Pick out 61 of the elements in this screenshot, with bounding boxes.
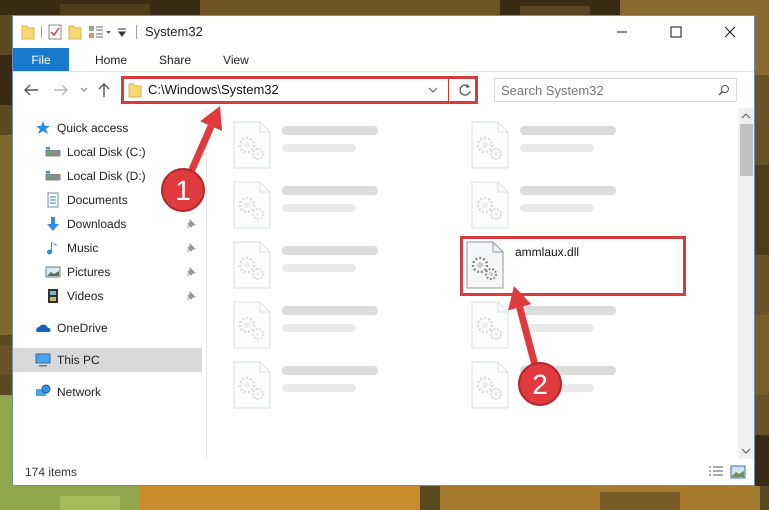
item-count: 174 items <box>25 464 78 481</box>
refresh-icon[interactable] <box>458 83 472 97</box>
ribbon-tab[interactable]: View <box>209 48 263 71</box>
close-icon[interactable] <box>724 26 736 38</box>
dll-file-icon <box>232 121 272 169</box>
dll-file-icon[interactable] <box>465 241 505 289</box>
dropdown-icon[interactable] <box>428 86 438 94</box>
star-icon <box>35 120 51 136</box>
step-badge <box>518 362 562 406</box>
step-number: 2 <box>532 369 548 400</box>
back-icon[interactable] <box>23 83 39 97</box>
sidebar-item[interactable]: This PC <box>13 348 202 372</box>
sidebar-item[interactable]: Music <box>13 236 202 260</box>
scroll-down-icon[interactable] <box>741 447 751 455</box>
folder-icon <box>128 82 142 98</box>
sidebar-item[interactable]: Local Disk (C:) <box>13 140 152 164</box>
large-icons-view-icon[interactable] <box>730 465 746 479</box>
search-field[interactable]: Search System32 <box>494 78 737 102</box>
sidebar-item[interactable]: Network <box>13 380 108 404</box>
up-icon[interactable] <box>97 82 111 98</box>
pc-icon <box>35 352 51 368</box>
callout-arrow <box>188 106 222 174</box>
sidebar-item[interactable]: OneDrive <box>13 316 114 340</box>
step-number: 1 <box>175 175 191 206</box>
step-badge <box>161 168 205 212</box>
dll-file-icon <box>470 301 510 349</box>
ribbon-tab[interactable]: Share <box>145 48 206 71</box>
window-title: System32 <box>145 23 203 42</box>
pin-icon[interactable] <box>186 219 196 229</box>
maximize-icon[interactable] <box>670 26 682 38</box>
file-name[interactable]: ammlaux.dll <box>515 241 580 261</box>
search-icon <box>718 84 730 96</box>
dll-file-icon <box>470 361 510 409</box>
dll-file-icon <box>470 181 510 229</box>
pictures-icon <box>45 264 61 280</box>
dll-file-icon <box>470 121 510 169</box>
download-icon <box>45 216 61 232</box>
doc-icon <box>45 192 61 208</box>
dll-file-icon <box>232 181 272 229</box>
properties-icon[interactable] <box>48 24 62 40</box>
view-dropdown-icon[interactable] <box>88 24 112 40</box>
ribbon-tab[interactable]: Home <box>81 48 142 71</box>
ribbon-tab[interactable]: File <box>13 48 69 71</box>
address-bar[interactable]: C:\Windows\System32 <box>121 76 478 104</box>
video-icon <box>45 288 61 304</box>
scrollbar-thumb[interactable] <box>740 124 752 176</box>
sidebar-item[interactable]: Quick access <box>13 116 134 140</box>
pin-icon[interactable] <box>186 267 196 277</box>
dll-file-icon <box>232 241 272 289</box>
pin-icon[interactable] <box>186 291 196 301</box>
dll-file-icon <box>232 301 272 349</box>
pin-icon[interactable] <box>186 243 196 253</box>
dll-file-icon <box>232 361 272 409</box>
scroll-up-icon[interactable] <box>741 112 751 120</box>
recent-locations-icon[interactable] <box>79 86 89 94</box>
sidebar-item[interactable]: Pictures <box>13 260 202 284</box>
sidebar-item[interactable]: Downloads <box>13 212 202 236</box>
customize-toolbar-icon[interactable] <box>118 27 126 37</box>
sidebar-item[interactable]: Videos <box>13 284 202 308</box>
sidebar-item[interactable]: Documents <box>13 188 134 212</box>
sidebar-item[interactable]: Local Disk (D:) <box>13 164 152 188</box>
